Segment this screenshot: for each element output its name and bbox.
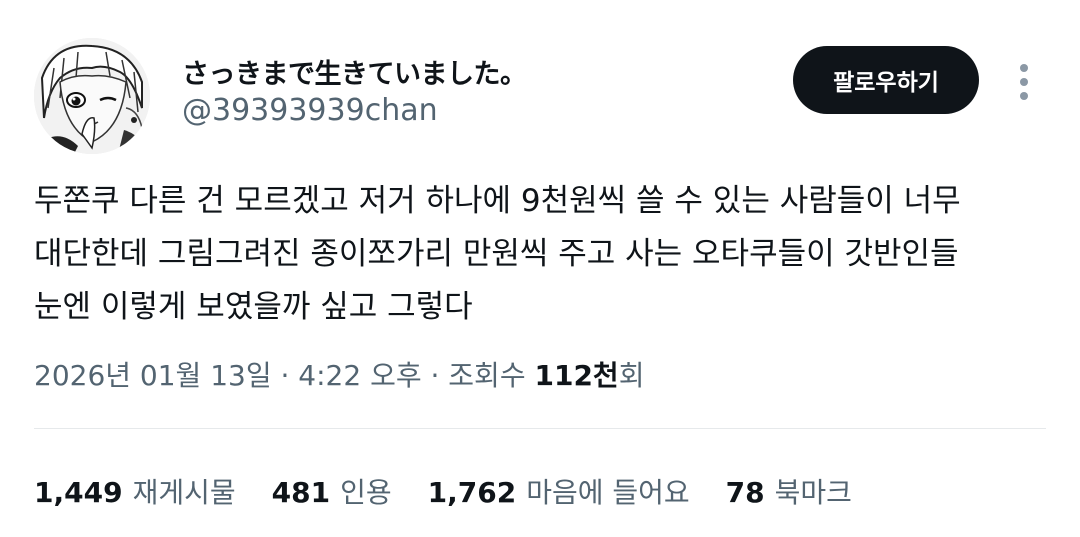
quotes-label: 인용	[340, 476, 392, 509]
follow-button[interactable]: 팔로우하기	[793, 46, 979, 114]
vertical-ellipsis-icon	[1020, 64, 1028, 100]
tweet-text-line: 대단한데 그림그려진 종이쪼가리 만원씩 주고 사는 오타쿠들이 갓반인들	[34, 236, 959, 272]
views-count: 112천	[534, 359, 619, 392]
more-options-button[interactable]	[1008, 60, 1040, 104]
tweet-text-line: 두쫀쿠 다른 건 모르겠고 저거 하나에 9천원씩 쓸 수 있는 사람들이 너무	[34, 183, 961, 219]
tweet-text-line: 눈엔 이렇게 보였을까 싶고 그렇다	[34, 289, 473, 325]
likes-label: 마음에 들어요	[526, 476, 690, 509]
handle[interactable]: @39393939chan	[182, 93, 438, 128]
avatar-illustration	[34, 38, 150, 154]
likes-stat[interactable]: 1,762 마음에 들어요	[428, 471, 690, 511]
avatar[interactable]	[34, 38, 150, 154]
likes-count: 1,762	[427, 476, 517, 509]
tweet-detail: さっきまで生きていました。 @39393939chan 팔로우하기 두쫀쿠 다른…	[0, 0, 1080, 537]
engagement-stats: 1,449 재게시물 481 인용 1,762 마음에 들어요 78 북마크	[34, 471, 888, 511]
bookmarks-count: 78	[725, 476, 765, 509]
quotes-count: 481	[271, 476, 331, 509]
reposts-label: 재게시물	[132, 476, 236, 509]
tweet-text: 두쫀쿠 다른 건 모르겠고 저거 하나에 9천원씩 쓸 수 있는 사람들이 너무…	[34, 175, 1044, 334]
bookmarks-label: 북마크	[774, 476, 852, 509]
bookmarks-stat[interactable]: 78 북마크	[726, 471, 852, 511]
tweet-meta: 2026년 01월 13일 · 4:22 오후 · 조회수 112천회	[34, 354, 644, 394]
reposts-stat[interactable]: 1,449 재게시물	[34, 471, 236, 511]
reposts-count: 1,449	[34, 476, 123, 509]
timestamp[interactable]: 2026년 01월 13일 · 4:22 오후 · 조회수	[34, 359, 534, 392]
quotes-stat[interactable]: 481 인용	[272, 471, 392, 511]
views-suffix: 회	[618, 359, 645, 392]
display-name[interactable]: さっきまで生きていました。	[182, 52, 527, 91]
divider	[34, 428, 1046, 429]
